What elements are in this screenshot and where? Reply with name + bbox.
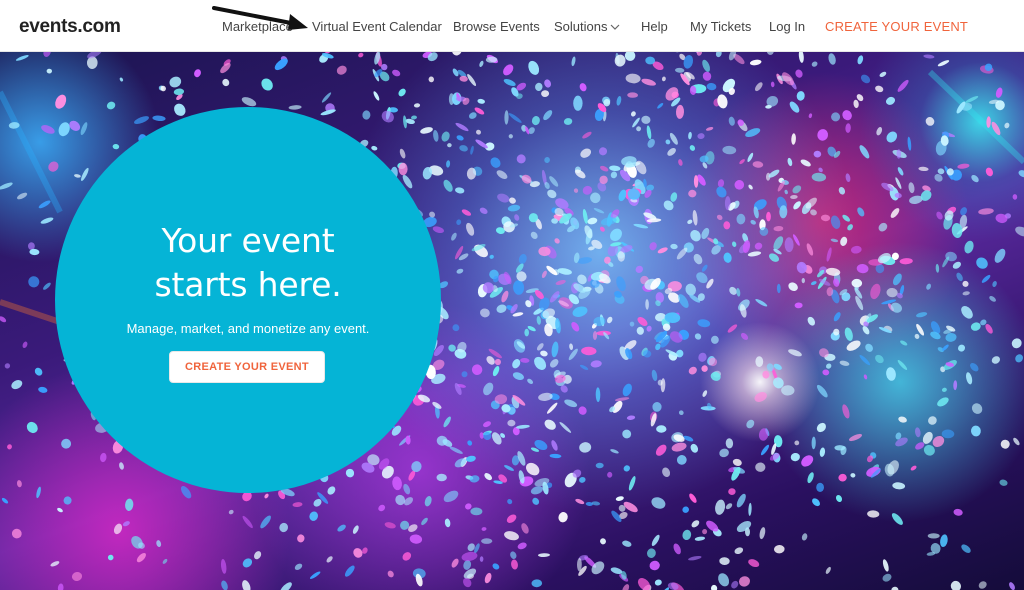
nav-browse-events[interactable]: Browse Events [453,19,540,35]
nav-virtual-event-calendar[interactable]: Virtual Event Calendar [312,19,442,35]
hero-circle: Your event starts here. Manage, market, … [55,107,441,493]
main-nav: Marketplace Virtual Event Calendar Brows… [0,0,1024,52]
hero-subtitle: Manage, market, and monetize any event. [126,321,370,336]
nav-my-tickets[interactable]: My Tickets [690,19,751,35]
nav-create-your-event[interactable]: CREATE YOUR EVENT [825,19,968,35]
hero-section: Your event starts here. Manage, market, … [0,52,1024,590]
nav-help[interactable]: Help [641,19,668,35]
arrow-icon [212,6,308,30]
nav-solutions-label: Solutions [554,19,608,34]
hero-headline: Your event starts here. [55,219,441,307]
hero-headline-line-2: starts here. [154,265,342,304]
create-your-event-button[interactable]: CREATE YOUR EVENT [169,351,325,383]
hero-headline-line-1: Your event [161,221,335,260]
chevron-down-icon [611,24,620,30]
nav-solutions[interactable]: Solutions [554,19,620,35]
nav-log-in[interactable]: Log In [769,19,805,35]
site-header: events.com Marketplace Virtual Event Cal… [0,0,1024,52]
